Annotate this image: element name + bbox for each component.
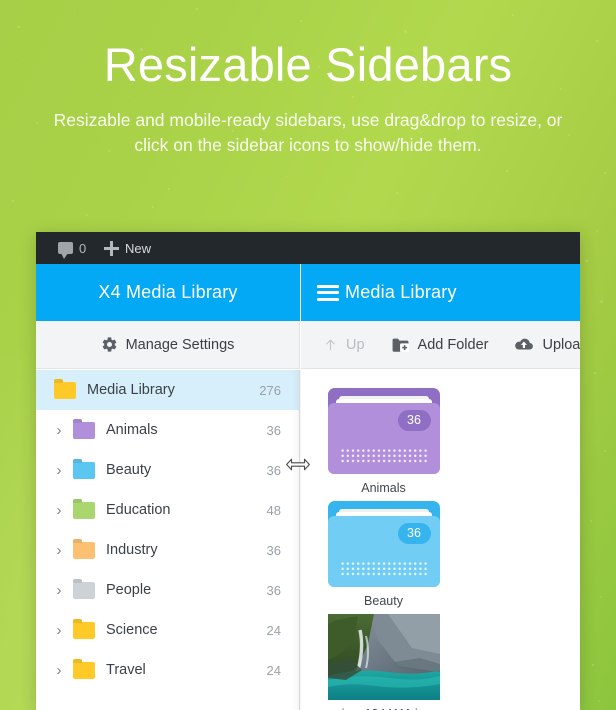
tree-item-label: Education [106, 502, 171, 518]
tree-item-label: Science [106, 622, 158, 638]
chevron-right-icon[interactable]: › [52, 423, 66, 438]
manage-settings-label: Manage Settings [125, 336, 235, 353]
chevron-right-icon[interactable]: › [52, 623, 66, 638]
folder-thumbnail: 36 [327, 388, 440, 474]
background-speck [600, 596, 603, 599]
folder-icon [73, 421, 95, 439]
page-title: Resizable Sidebars [103, 38, 513, 91]
grid-item-label: Animals [361, 481, 406, 495]
left-pane-header: X4 Media Library [36, 264, 300, 321]
background-speck [592, 664, 594, 666]
folder-icon [73, 501, 95, 519]
tree-item-travel[interactable]: › Travel 24 [36, 650, 299, 690]
add-folder-icon [391, 337, 410, 353]
page-subtitle: Resizable and mobile-ready sidebars, use… [53, 110, 563, 155]
upload-label: Upload [542, 336, 580, 353]
right-pane-header: Media Library [301, 264, 580, 321]
admin-bar-new[interactable]: New [104, 232, 151, 264]
folder-icon [54, 381, 76, 399]
up-button[interactable]: Up [323, 336, 365, 353]
folder-count-badge: 36 [397, 523, 431, 544]
tree-item-label: People [106, 582, 152, 598]
folder-icon [73, 661, 95, 679]
folder-tree[interactable]: Media Library 276 › Animals 36 › Beauty … [36, 370, 300, 710]
plus-icon [104, 240, 119, 256]
right-pane-title: Media Library [345, 282, 457, 302]
hero-section: Resizable Sidebars Resizable and mobile-… [0, 0, 616, 232]
horizontal-resize-cursor [285, 455, 311, 474]
tree-item-root[interactable]: Media Library 276 [36, 370, 299, 410]
add-folder-label: Add Folder [417, 336, 489, 353]
chevron-right-icon[interactable]: › [52, 503, 66, 518]
folder-icon [73, 621, 95, 639]
tree-item-animals[interactable]: › Animals 36 [36, 410, 299, 450]
background-speck [600, 300, 603, 303]
tree-item-count: 276 [259, 382, 281, 398]
folder-icon [73, 461, 95, 479]
grid-item-folder-animals[interactable]: 36 Animals [315, 388, 452, 495]
tree-item-label: Beauty [106, 462, 152, 478]
tree-item-label: Animals [106, 422, 158, 438]
grid-item-image-view[interactable]: view-1844111.jpg [315, 614, 452, 710]
chevron-right-icon[interactable]: › [52, 543, 66, 558]
chevron-right-icon[interactable]: › [52, 663, 66, 678]
wp-admin-bar: y 0 New [36, 232, 580, 264]
tree-item-count: 36 [266, 422, 281, 438]
gear-icon [101, 336, 118, 353]
tree-item-count: 24 [266, 622, 281, 638]
upload-button[interactable]: Upload [514, 337, 580, 353]
comment-icon [58, 242, 73, 259]
tree-item-label: Media Library [87, 382, 175, 398]
tree-item-count: 36 [266, 542, 281, 558]
tree-item-industry[interactable]: › Industry 36 [36, 530, 299, 570]
background-speck [590, 520, 592, 522]
background-speck [586, 260, 588, 262]
left-pane-title: X4 Media Library [98, 282, 238, 302]
left-pane-toolbar: Manage Settings [36, 321, 300, 369]
tree-item-education[interactable]: › Education 48 [36, 490, 299, 530]
folder-icon [73, 581, 95, 599]
folder-count-badge: 36 [397, 410, 431, 431]
comments-count: 0 [79, 240, 87, 256]
tree-item-count: 36 [266, 582, 281, 598]
admin-bar-comments[interactable]: 0 [58, 232, 86, 264]
chevron-right-icon[interactable]: › [52, 583, 66, 598]
page-background: Resizable Sidebars Resizable and mobile-… [0, 0, 616, 710]
up-label: Up [346, 336, 365, 353]
background-speck [604, 450, 607, 453]
grid-item-folder-beauty[interactable]: 36 Beauty [315, 501, 452, 608]
media-grid: 36 Animals 36 Beauty [301, 370, 580, 710]
chevron-right-icon[interactable]: › [52, 463, 66, 478]
background-speck [598, 700, 600, 702]
background-speck [594, 372, 596, 374]
add-folder-button[interactable]: Add Folder [391, 336, 489, 353]
manage-settings-button[interactable]: Manage Settings [101, 336, 235, 353]
hamburger-icon[interactable] [317, 284, 339, 301]
tree-item-label: Travel [106, 662, 146, 678]
media-content-area: 36 Animals 36 Beauty [301, 370, 580, 710]
tree-item-count: 36 [266, 462, 281, 478]
folder-icon [73, 541, 95, 559]
arrow-up-icon [323, 336, 338, 353]
tree-item-science[interactable]: › Science 24 [36, 610, 299, 650]
new-label: New [125, 240, 152, 256]
image-thumbnail [327, 614, 440, 700]
cloud-upload-icon [514, 337, 534, 352]
folder-thumbnail: 36 [327, 501, 440, 587]
tree-item-count: 24 [266, 662, 281, 678]
tree-item-label: Industry [106, 542, 158, 558]
tree-item-people[interactable]: › People 36 [36, 570, 299, 610]
right-pane-toolbar: Up Add Folder Uploa [301, 321, 580, 369]
tree-item-count: 48 [266, 502, 281, 518]
grid-item-label: Beauty [364, 594, 403, 608]
tree-item-beauty[interactable]: › Beauty 36 [36, 450, 299, 490]
